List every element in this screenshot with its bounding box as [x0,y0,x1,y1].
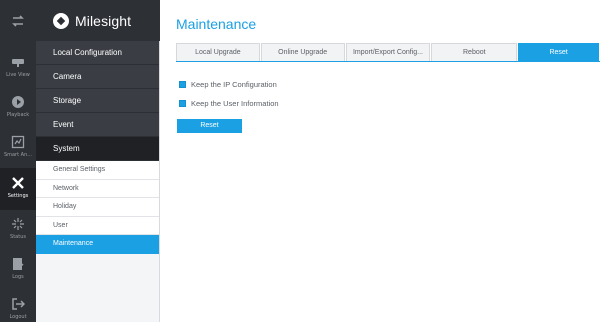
menu-storage[interactable]: Storage [36,89,159,113]
rail-item-logs[interactable]: Logs [0,255,36,295]
rail-item-playback[interactable]: Playback [0,93,36,133]
rail-item-settings[interactable]: Settings [0,168,36,210]
menu-system[interactable]: System [36,137,159,161]
submenu-holiday[interactable]: Holiday [36,198,159,217]
settings-menu: Local Configuration Camera Storage Event… [36,41,160,322]
keep-user-option: Keep the User Information [179,98,279,108]
keep-user-checkbox[interactable] [179,99,186,107]
submenu-network[interactable]: Network [36,179,159,198]
menu-camera[interactable]: Camera [36,65,159,89]
submenu-general-settings[interactable]: General Settings [36,161,159,180]
rail-item-live-view[interactable]: Live View [0,53,36,93]
tab-online-upgrade[interactable]: Online Upgrade [260,43,345,61]
camera-icon [12,59,24,67]
logs-icon [13,258,24,270]
rail-item-smart-analytics[interactable]: Smart An... [0,133,36,173]
keep-ip-label: Keep the IP Configuration [191,79,277,89]
tab-import-export-config[interactable]: Import/Export Config... [345,43,431,61]
logout-icon [12,298,25,310]
transfer-icon [12,15,24,27]
tab-reboot[interactable]: Reboot [431,43,518,61]
main-content: Maintenance Local Upgrade Online Upgrade… [161,0,601,322]
tab-local-upgrade[interactable]: Local Upgrade [176,43,260,61]
menu-event[interactable]: Event [36,113,159,137]
analytics-icon [11,135,25,149]
rail-item-logout[interactable]: Logout [0,295,36,322]
keep-ip-option: Keep the IP Configuration [179,79,277,89]
menu-local-configuration[interactable]: Local Configuration [36,41,159,65]
status-icon [12,218,24,230]
icon-rail: Live View Playback Smart An... Settings … [0,0,36,322]
reset-button[interactable]: Reset [177,119,242,133]
brand-name: Milesight [75,12,132,29]
tab-reset[interactable]: Reset [518,43,599,61]
submenu-user[interactable]: User [36,216,159,235]
page-title: Maintenance [176,16,257,32]
keep-ip-checkbox[interactable] [179,80,186,88]
submenu-maintenance[interactable]: Maintenance [36,235,159,254]
keep-user-label: Keep the User Information [191,98,279,108]
rail-item-transfer[interactable] [0,12,36,38]
logo-bar: Milesight [36,0,160,41]
rail-item-status[interactable]: Status [0,215,36,255]
tools-icon [12,177,24,189]
milesight-logo-icon [53,12,69,29]
maintenance-tabs: Local Upgrade Online Upgrade Import/Expo… [176,43,600,62]
playback-icon [12,96,24,108]
